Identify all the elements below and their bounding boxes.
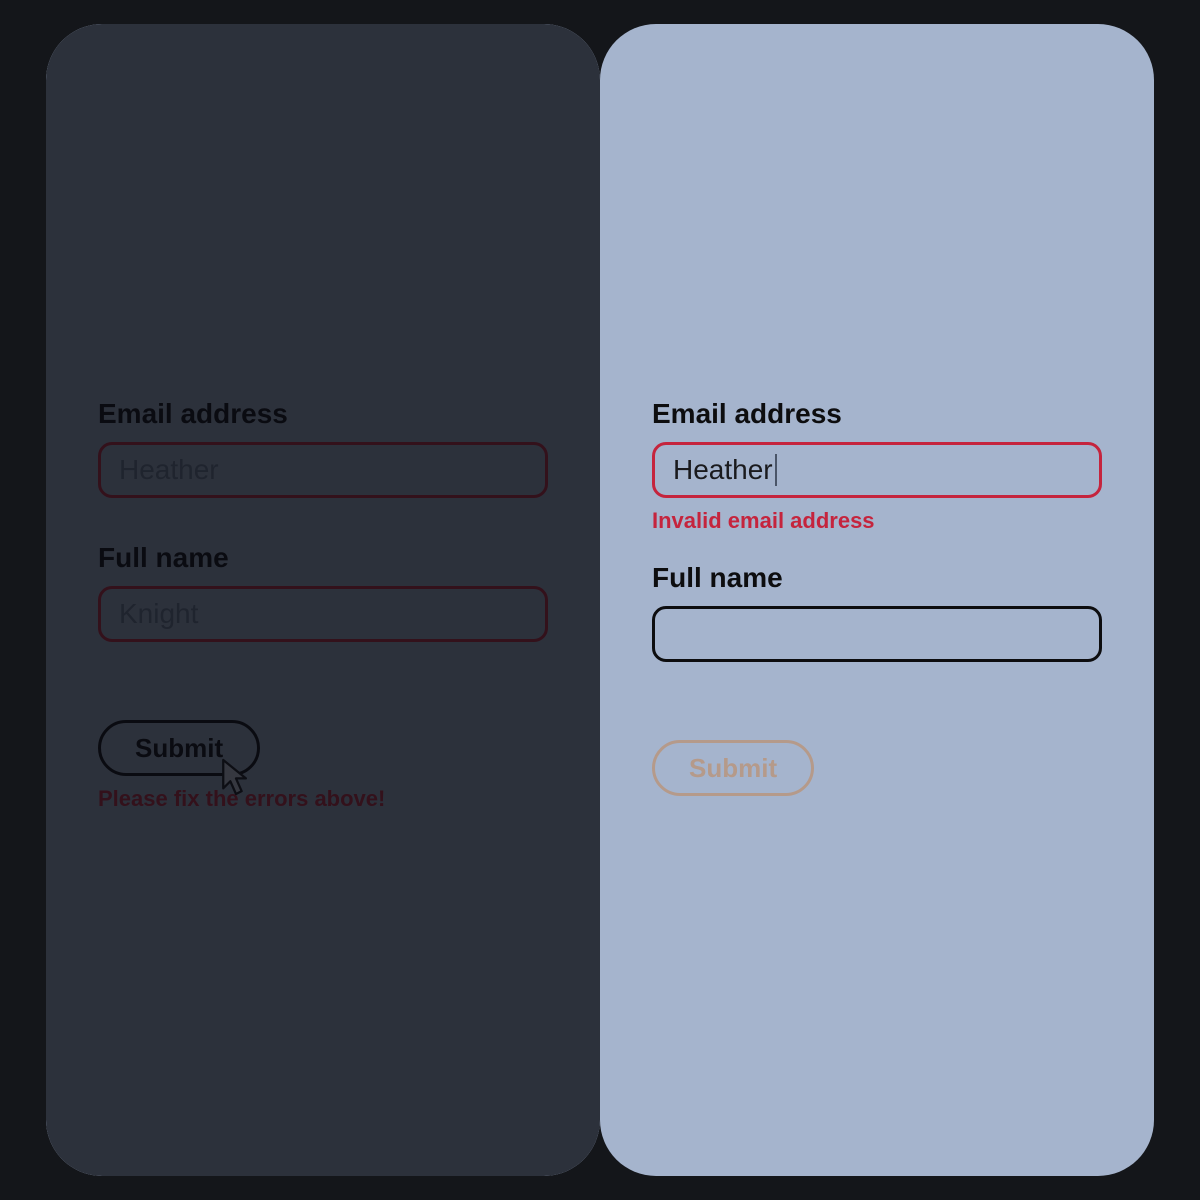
email-value: Heather <box>673 454 773 486</box>
fullname-label: Full name <box>98 542 548 574</box>
email-label: Email address <box>652 398 1102 430</box>
text-caret <box>775 454 777 486</box>
form-right: Email address Heather Invalid email addr… <box>652 398 1102 796</box>
fullname-input[interactable] <box>652 606 1102 662</box>
form-left: Email address Heather Full name Knight S… <box>98 398 548 812</box>
fullname-input[interactable]: Knight <box>98 586 548 642</box>
email-value: Heather <box>119 454 219 486</box>
fullname-label: Full name <box>652 562 1102 594</box>
submit-label: Submit <box>689 753 777 784</box>
email-error: Invalid email address <box>652 508 1102 534</box>
submit-button[interactable]: Submit <box>98 720 260 776</box>
email-input[interactable]: Heather <box>652 442 1102 498</box>
email-label: Email address <box>98 398 548 430</box>
email-input[interactable]: Heather <box>98 442 548 498</box>
submit-error: Please fix the errors above! <box>98 786 548 812</box>
submit-button[interactable]: Submit <box>652 740 814 796</box>
phone-mock-right: Email address Heather Invalid email addr… <box>600 24 1154 1176</box>
submit-label: Submit <box>135 733 223 764</box>
phone-mock-left: Email address Heather Full name Knight S… <box>46 24 600 1176</box>
fullname-value: Knight <box>119 598 198 630</box>
